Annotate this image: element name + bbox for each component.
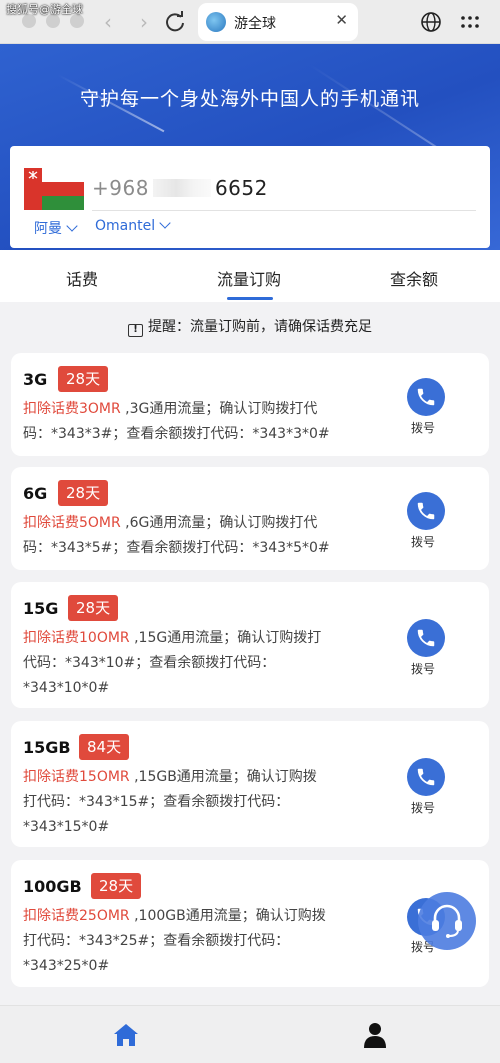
tab-bar: 话费 流量订购 查余额	[0, 250, 500, 302]
hero-title: 守护每一个身处海外中国人的手机通讯	[79, 88, 420, 110]
phone-icon	[417, 388, 435, 406]
plan-desc-rest: 打代码：*343*15#；查看余额拨打代码：	[23, 794, 290, 810]
tab-data-order[interactable]: 流量订购	[217, 266, 281, 290]
plan-card: 15GB 84天 扣除话费15OMR ,15GB通用流量；确认订购拨打代码：*3…	[11, 721, 489, 847]
plan-fee: 扣除话费25OMR	[23, 908, 130, 924]
headset-icon	[432, 904, 462, 938]
plan-name: 6G	[23, 484, 48, 503]
plan-description: 扣除话费25OMR ,100GB通用流量；确认订购拨打代码：*343*25#；查…	[23, 904, 368, 979]
dial-button[interactable]	[407, 758, 445, 796]
plan-name: 15G	[23, 599, 59, 618]
carrier-label: Omantel	[95, 218, 156, 234]
notice: ! 提醒：流量订购前，请确保话费充足	[0, 316, 500, 337]
country-label: 阿曼	[34, 221, 62, 237]
phone-card: +968 6652 阿曼 Omantel	[10, 146, 490, 248]
oman-flag-icon	[24, 168, 84, 210]
tab-title: 游全球	[234, 16, 276, 32]
dial-label[interactable]: 拨号	[411, 660, 435, 677]
plan-desc-rest2: *343*25*0#	[23, 958, 110, 974]
plan-description: 扣除话费10OMR ,15G通用流量；确认订购拨打代码：*343*10#；查看余…	[23, 626, 368, 701]
dial-button[interactable]	[407, 619, 445, 657]
carrier-select[interactable]: Omantel	[95, 217, 171, 234]
phone-suffix: 6652	[214, 176, 268, 200]
reload-icon[interactable]	[162, 9, 188, 35]
plan-name: 3G	[23, 370, 48, 389]
plan-desc-line1: ,3G通用流量；确认订购拨打代	[120, 401, 318, 417]
tab-topup[interactable]: 话费	[66, 266, 98, 290]
dial-label[interactable]: 拨号	[411, 419, 435, 436]
phone-prefix: +968	[92, 176, 149, 200]
home-icon[interactable]	[113, 1023, 139, 1047]
plan-fee: 扣除话费10OMR	[23, 630, 130, 646]
country-select[interactable]: 阿曼	[34, 218, 78, 238]
plan-desc-line1: ,6G通用流量；确认订购拨打代	[120, 515, 318, 531]
plan-days-badge: 28天	[91, 873, 142, 899]
phone-masked-digits	[152, 179, 211, 197]
plan-desc-rest2: *343*15*0#	[23, 819, 110, 835]
plan-days-badge: 28天	[58, 366, 109, 392]
more-icon[interactable]	[458, 10, 482, 34]
phone-icon	[417, 629, 435, 647]
globe-icon[interactable]	[420, 11, 442, 33]
forward-button[interactable]: ›	[130, 8, 158, 36]
plan-description: 扣除话费5OMR ,6G通用流量；确认订购拨打代码：*343*5#；查看余额拨打…	[23, 511, 368, 561]
plan-fee: 扣除话费3OMR	[23, 401, 121, 417]
tab-close-icon[interactable]: ✕	[335, 11, 348, 29]
watermark: 搜狐号@游全球	[6, 3, 83, 16]
notice-icon: !	[128, 324, 143, 337]
plan-description: 扣除话费3OMR ,3G通用流量；确认订购拨打代码：*343*3#；查看余额拨打…	[23, 397, 368, 447]
chevron-down-icon	[159, 217, 171, 229]
plan-card: 3G 28天 扣除话费3OMR ,3G通用流量；确认订购拨打代码：*343*3#…	[11, 353, 489, 456]
plan-days-badge: 28天	[58, 480, 109, 506]
site-favicon-icon	[206, 12, 226, 32]
dial-button[interactable]	[407, 492, 445, 530]
plan-days-badge: 84天	[79, 734, 130, 760]
dial-label[interactable]: 拨号	[411, 799, 435, 816]
chevron-down-icon	[66, 220, 78, 232]
user-icon[interactable]	[364, 1022, 386, 1048]
plan-desc-line1: ,15GB通用流量；确认订购拨	[129, 769, 317, 785]
plan-desc-line1: ,15G通用流量；确认订购拨打	[129, 630, 322, 646]
plan-desc-rest: 码：*343*3#；查看余额拨打代码：*343*3*0#	[23, 426, 330, 442]
plan-name: 100GB	[23, 877, 82, 896]
plan-desc-rest: 码：*343*5#；查看余额拨打代码：*343*5*0#	[23, 540, 330, 556]
dial-button[interactable]	[407, 378, 445, 416]
plan-fee: 扣除话费5OMR	[23, 515, 121, 531]
plan-days-badge: 28天	[68, 595, 119, 621]
plan-name: 15GB	[23, 738, 71, 757]
bottom-nav	[0, 1005, 500, 1063]
plan-card: 15G 28天 扣除话费10OMR ,15G通用流量；确认订购拨打代码：*343…	[11, 582, 489, 708]
phone-underline	[92, 210, 476, 211]
plan-card: 6G 28天 扣除话费5OMR ,6G通用流量；确认订购拨打代码：*343*5#…	[11, 467, 489, 570]
tab-active-indicator	[227, 297, 273, 300]
browser-tab[interactable]: 游全球 ✕	[198, 3, 358, 41]
phone-icon	[417, 768, 435, 786]
dial-label[interactable]: 拨号	[411, 533, 435, 550]
plan-desc-rest: 代码：*343*10#；查看余额拨打代码：	[23, 655, 276, 671]
tab-balance[interactable]: 查余额	[390, 266, 438, 290]
plan-desc-rest2: *343*10*0#	[23, 680, 110, 696]
phone-number[interactable]: +968 6652	[92, 176, 268, 200]
plan-description: 扣除话费15OMR ,15GB通用流量；确认订购拨打代码：*343*15#；查看…	[23, 765, 368, 840]
back-button[interactable]: ‹	[94, 8, 122, 36]
notice-text: 提醒：流量订购前，请确保话费充足	[148, 319, 372, 335]
phone-icon	[417, 502, 435, 520]
customer-service-button[interactable]	[418, 892, 476, 950]
plan-desc-rest: 打代码：*343*25#；查看余额拨打代码：	[23, 933, 290, 949]
plan-fee: 扣除话费15OMR	[23, 769, 130, 785]
plan-desc-line1: ,100GB通用流量；确认订购拨	[129, 908, 326, 924]
